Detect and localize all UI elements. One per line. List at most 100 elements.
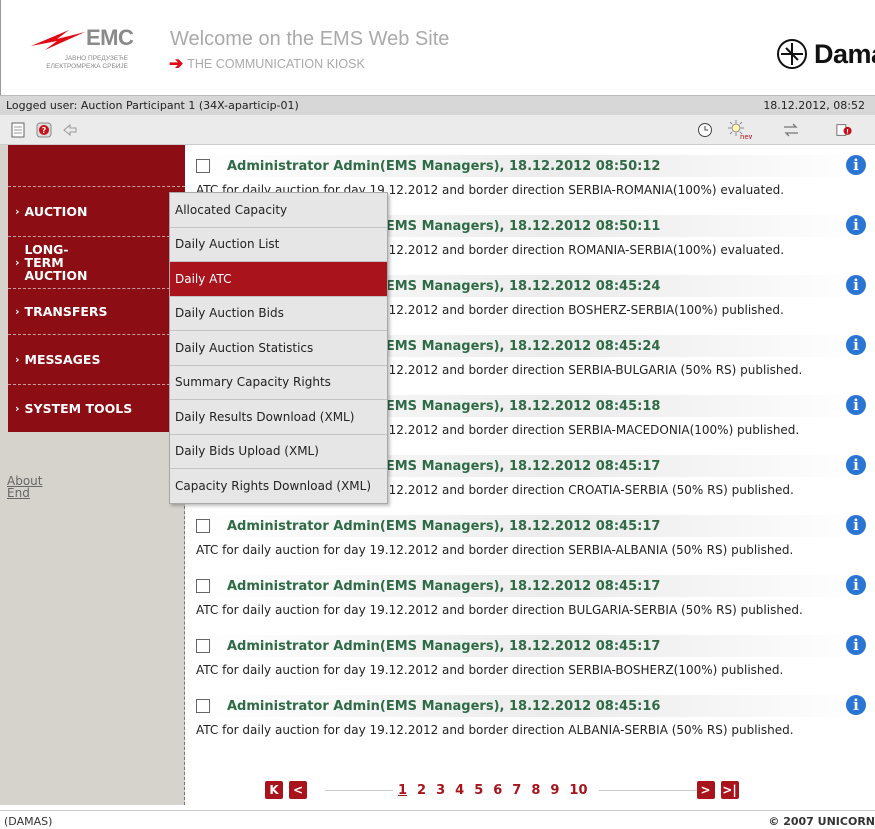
main-menu: › AUCTION › LONG-TERM AUCTION › TRANSFER… <box>8 145 185 432</box>
page-link-4[interactable]: 4 <box>455 783 464 798</box>
info-icon[interactable]: i <box>846 155 866 175</box>
nav-item-system-tools[interactable]: › SYSTEM TOOLS <box>8 385 185 431</box>
svg-text:?: ? <box>42 126 47 135</box>
pager-divider <box>325 789 393 791</box>
arrow-right-icon: ➔ <box>169 54 184 73</box>
message-header: Administrator Admin(EMS Managers), 18.12… <box>196 155 866 177</box>
submenu-item-daily-auction-statistics[interactable]: Daily Auction Statistics <box>170 331 387 366</box>
footer-app-name: (DAMAS) <box>4 815 53 828</box>
message-checkbox[interactable] <box>196 699 210 713</box>
message-checkbox[interactable] <box>196 159 210 173</box>
chevron-right-icon: › <box>15 353 20 366</box>
info-icon[interactable]: i <box>846 215 866 235</box>
submenu-item-capacity-rights-download[interactable]: Capacity Rights Download (XML) <box>170 469 387 504</box>
end-link[interactable]: End <box>7 486 30 500</box>
page-link-5[interactable]: 5 <box>474 783 483 798</box>
submenu-item-daily-results-download[interactable]: Daily Results Download (XML) <box>170 400 387 435</box>
info-icon[interactable]: i <box>846 395 866 415</box>
submenu-item-daily-atc[interactable]: Daily ATC <box>170 262 387 297</box>
menu-header <box>8 145 185 187</box>
page-link-10[interactable]: 10 <box>569 783 587 798</box>
nav-item-label: TRANSFERS <box>24 304 108 319</box>
message-title: Administrator Admin(EMS Managers), 18.12… <box>227 698 661 714</box>
message-header: Administrator Admin(EMS Managers), 18.12… <box>196 635 866 657</box>
document-icon[interactable] <box>10 122 26 138</box>
nav-item-long-term-auction[interactable]: › LONG-TERM AUCTION <box>8 237 185 289</box>
message-title: Administrator Admin(EMS Managers), 18.12… <box>227 638 661 654</box>
page-link-9[interactable]: 9 <box>550 783 559 798</box>
message-body: ATC for daily auction for day 19.12.2012… <box>196 543 794 557</box>
chevron-right-icon: › <box>15 256 20 269</box>
welcome-heading: Welcome on the EMS Web Site <box>170 28 450 50</box>
nav-item-label: MESSAGES <box>24 352 101 367</box>
last-page-button[interactable]: >| <box>720 781 739 799</box>
user-status-bar: Logged user: Auction Participant 1 (34X-… <box>0 95 875 115</box>
new-sun-icon[interactable]: new <box>726 120 752 140</box>
emc-logo-subtitle: ЈАВНО ПРЕДУЗЕЋЕ ЕЛЕКТРОМРЕЖА СРБИЈЕ <box>46 55 128 70</box>
nav-item-messages[interactable]: › MESSAGES <box>8 335 185 385</box>
nav-item-label: LONG-TERM AUCTION <box>24 242 88 283</box>
nav-item-label: AUCTION <box>24 204 88 219</box>
message-checkbox[interactable] <box>196 639 210 653</box>
chevron-right-icon: › <box>15 205 20 218</box>
new-badge: new <box>740 133 752 140</box>
help-icon[interactable]: ? <box>36 122 52 138</box>
submenu-item-daily-auction-bids[interactable]: Daily Auction Bids <box>170 297 387 331</box>
info-icon[interactable]: i <box>846 695 866 715</box>
message-body: ATC for daily auction for day 19.12.2012… <box>196 663 784 677</box>
footer-copyright: © 2007 UNICORN <box>768 815 875 828</box>
page-link-1[interactable]: 1 <box>398 783 407 798</box>
transfer-arrows-icon[interactable] <box>783 122 799 138</box>
chevron-right-icon: › <box>15 305 20 318</box>
logged-user-text: Logged user: Auction Participant 1 (34X-… <box>6 99 299 112</box>
page-link-7[interactable]: 7 <box>512 783 521 798</box>
message-checkbox[interactable] <box>196 519 210 533</box>
clock-icon[interactable] <box>697 122 713 138</box>
next-page-button[interactable]: > <box>696 781 715 799</box>
pagination: K < 1 2 3 4 5 6 7 8 9 10 > >| <box>265 779 739 801</box>
page-link-6[interactable]: 6 <box>493 783 502 798</box>
left-navigation: › AUCTION › LONG-TERM AUCTION › TRANSFER… <box>0 145 185 805</box>
info-icon[interactable]: i <box>846 575 866 595</box>
kiosk-text: THE COMMUNICATION KIOSK <box>187 57 365 71</box>
toolbar: ? new ! <box>0 115 875 145</box>
message-body: ATC for daily auction for day 19.12.2012… <box>196 723 794 737</box>
submenu-item-summary-capacity-rights[interactable]: Summary Capacity Rights <box>170 366 387 400</box>
message-body: ATC for daily auction for day 19.12.2012… <box>196 603 803 617</box>
info-icon[interactable]: i <box>846 335 866 355</box>
damas-emblem-icon <box>777 39 807 69</box>
damas-logo-text: Damas <box>814 38 875 69</box>
damas-logo: Damas <box>776 38 875 70</box>
submenu-item-allocated-capacity[interactable]: Allocated Capacity <box>170 193 387 228</box>
info-icon[interactable]: i <box>846 275 866 295</box>
nav-item-transfers[interactable]: › TRANSFERS <box>8 289 185 335</box>
nav-item-auction[interactable]: › AUCTION <box>8 187 185 237</box>
message-header: Administrator Admin(EMS Managers), 18.12… <box>196 575 866 597</box>
info-icon[interactable]: i <box>846 635 866 655</box>
page-link-3[interactable]: 3 <box>436 783 445 798</box>
message-title: Administrator Admin(EMS Managers), 18.12… <box>227 578 661 594</box>
message-checkbox[interactable] <box>196 579 210 593</box>
info-icon[interactable]: i <box>846 455 866 475</box>
auction-submenu: Allocated Capacity Daily Auction List Da… <box>169 192 388 504</box>
submenu-item-daily-auction-list[interactable]: Daily Auction List <box>170 228 387 262</box>
chevron-right-icon: › <box>15 401 20 415</box>
kiosk-subtitle: ➔ THE COMMUNICATION KIOSK <box>169 54 365 73</box>
message-title: Administrator Admin(EMS Managers), 18.12… <box>227 158 661 174</box>
emc-logo-text: EMC <box>86 25 134 50</box>
svg-text:!: ! <box>846 129 849 136</box>
back-arrow-icon[interactable] <box>62 122 78 138</box>
message-header: Administrator Admin(EMS Managers), 18.12… <box>196 695 866 717</box>
info-icon[interactable]: i <box>846 515 866 535</box>
list-item: Administrator Admin(EMS Managers), 18.12… <box>186 565 875 625</box>
first-page-button[interactable]: K <box>265 781 283 799</box>
list-item: Administrator Admin(EMS Managers), 18.12… <box>186 505 875 565</box>
list-item: Administrator Admin(EMS Managers), 18.12… <box>186 625 875 685</box>
submenu-item-daily-bids-upload[interactable]: Daily Bids Upload (XML) <box>170 435 387 469</box>
nav-item-label: SYSTEM TOOLS <box>24 400 133 416</box>
page-link-8[interactable]: 8 <box>531 783 540 798</box>
alert-book-icon[interactable]: ! <box>836 122 852 138</box>
prev-page-button[interactable]: < <box>289 781 307 799</box>
page-link-2[interactable]: 2 <box>417 783 426 798</box>
list-item: Administrator Admin(EMS Managers), 18.12… <box>186 685 875 745</box>
